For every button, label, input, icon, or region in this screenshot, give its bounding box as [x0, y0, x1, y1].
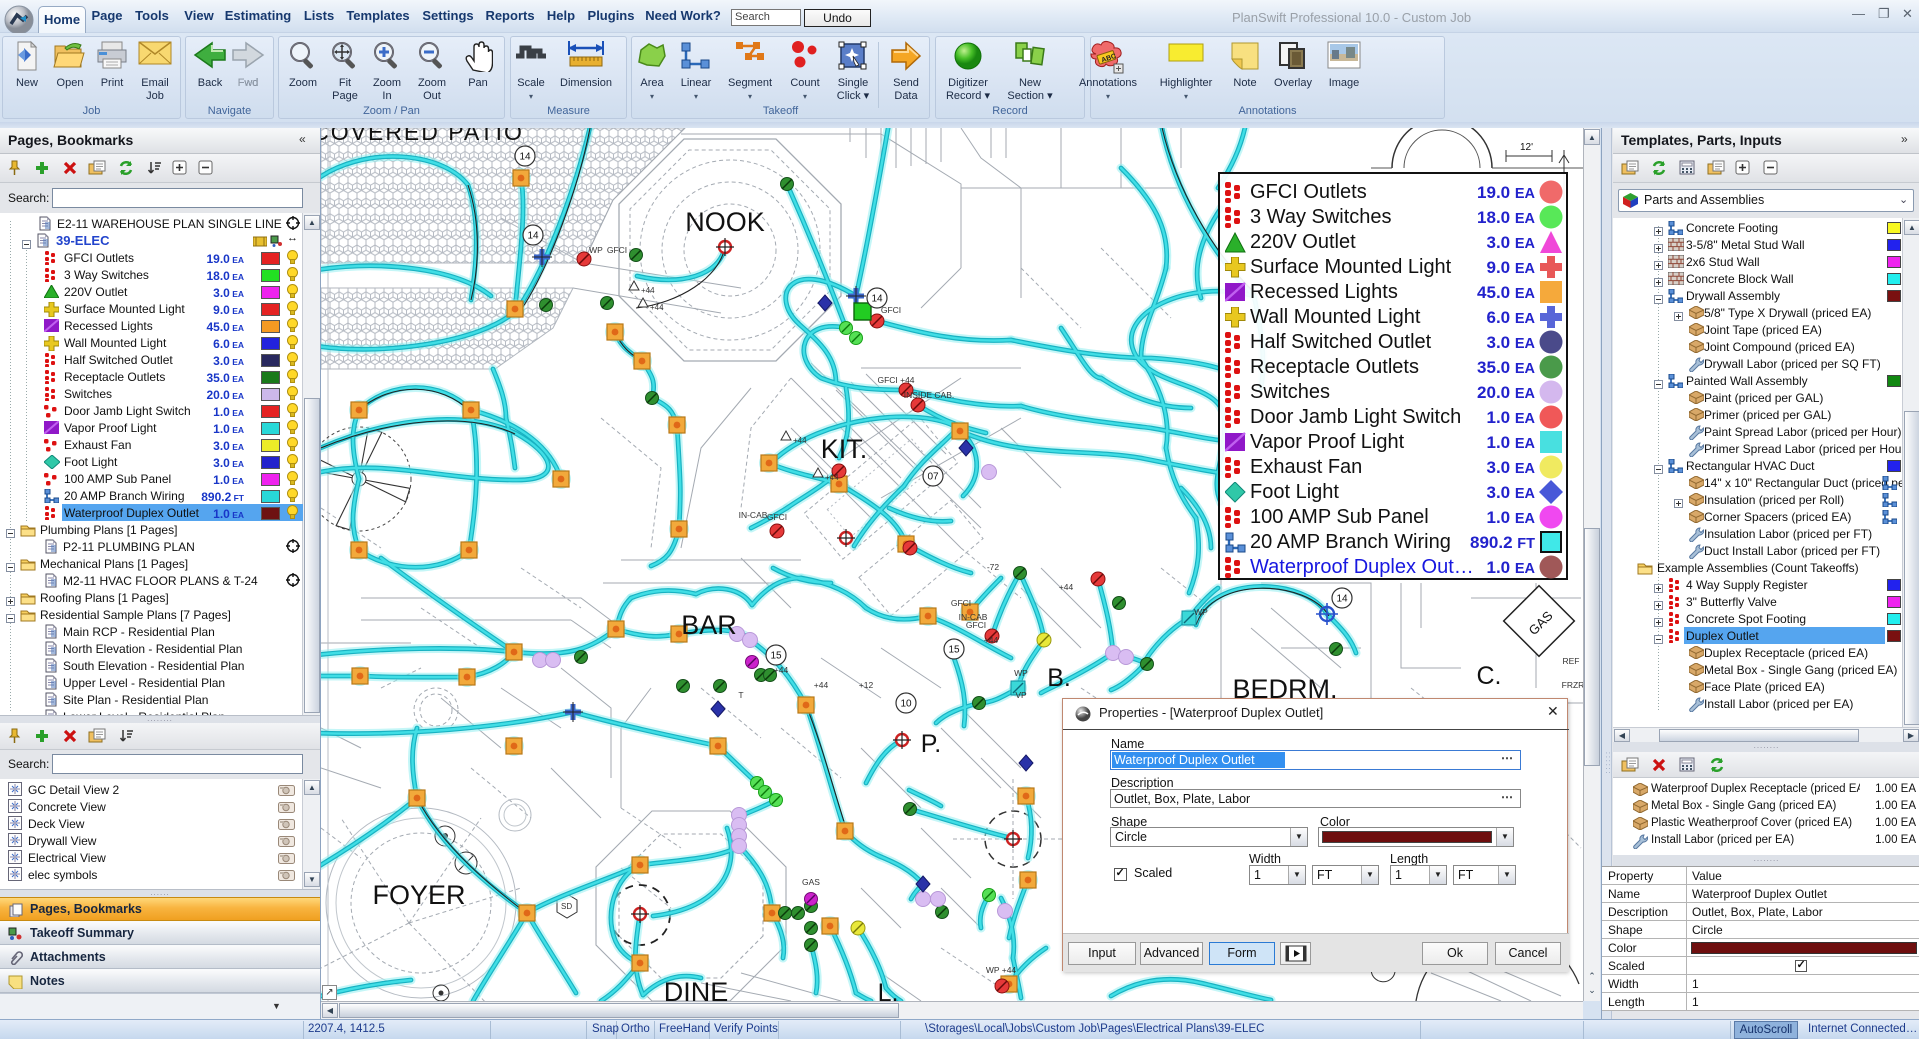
- svg-text:GFCI: GFCI: [966, 620, 986, 630]
- svg-text:+44: +44: [814, 680, 829, 690]
- svg-text:B.: B.: [1047, 664, 1071, 692]
- svg-text:14: 14: [519, 152, 531, 163]
- svg-text:+44: +44: [793, 436, 807, 445]
- svg-text:15: 15: [948, 645, 960, 656]
- svg-text:L.: L.: [878, 979, 899, 1001]
- svg-text:NOOK: NOOK: [685, 207, 765, 237]
- svg-text:10: 10: [900, 699, 912, 710]
- svg-text:C.: C.: [1477, 662, 1502, 690]
- svg-text:14: 14: [871, 294, 883, 305]
- svg-text:DINE: DINE: [664, 977, 729, 1001]
- svg-text:GFCI: GFCI: [767, 512, 787, 522]
- svg-text:+44: +44: [641, 286, 655, 295]
- svg-text:FRZR: FRZR: [1562, 680, 1583, 690]
- svg-text:GAS: GAS: [802, 877, 820, 887]
- svg-text:GFCI: GFCI: [607, 245, 627, 255]
- svg-text:BAR: BAR: [681, 610, 737, 640]
- svg-text:+44: +44: [1059, 582, 1074, 592]
- svg-text:IN-CAB: IN-CAB: [739, 510, 768, 520]
- svg-text:WP: WP: [589, 245, 603, 255]
- svg-text:REF: REF: [1563, 656, 1580, 666]
- svg-text:+12: +12: [859, 680, 874, 690]
- svg-text:14: 14: [527, 231, 539, 242]
- svg-text:-72: -72: [987, 562, 1000, 572]
- svg-text:FOYER: FOYER: [372, 880, 465, 910]
- svg-text:SD: SD: [561, 902, 572, 911]
- svg-text:WP: WP: [1014, 668, 1028, 678]
- svg-text:GFCI +44: GFCI +44: [877, 375, 914, 385]
- svg-text:P.: P.: [921, 730, 941, 758]
- svg-text:T: T: [738, 690, 743, 700]
- svg-text:14: 14: [1336, 594, 1348, 605]
- svg-text:+44: +44: [650, 303, 664, 312]
- svg-text:COVERED PATIO: COVERED PATIO: [321, 128, 524, 145]
- svg-text:12': 12': [1520, 142, 1533, 153]
- svg-text:+44: +44: [774, 665, 789, 675]
- svg-text:+44: +44: [825, 473, 839, 482]
- svg-text:GFCI: GFCI: [881, 305, 901, 315]
- svg-text:WP: WP: [1194, 607, 1208, 617]
- svg-text:07: 07: [927, 472, 939, 483]
- svg-text:GFCI: GFCI: [951, 598, 971, 608]
- svg-text:KIT.: KIT.: [821, 434, 868, 464]
- svg-text:WP +44: WP +44: [986, 965, 1017, 975]
- svg-text:INSIDE CAB.: INSIDE CAB.: [904, 390, 955, 400]
- svg-text:15: 15: [770, 651, 782, 662]
- svg-text:+44: +44: [984, 635, 999, 645]
- svg-text:VP: VP: [1015, 690, 1027, 700]
